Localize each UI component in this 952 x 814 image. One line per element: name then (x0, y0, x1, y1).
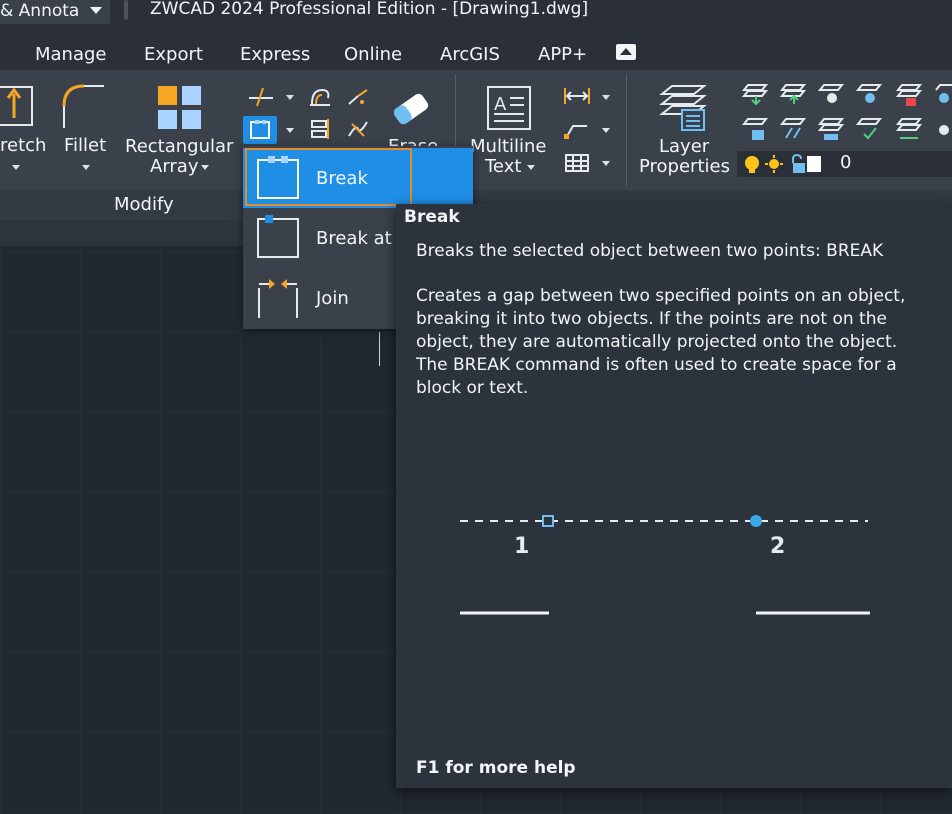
ribbon-collapse-button[interactable] (616, 44, 636, 60)
layer-properties-icon[interactable] (658, 84, 708, 134)
break-illustration: 1 2 (460, 515, 870, 615)
align-icon[interactable] (308, 118, 332, 140)
crosshair-cursor (379, 332, 380, 366)
fillet-icon[interactable] (62, 84, 106, 130)
menu-export[interactable]: Export (144, 44, 203, 66)
multiline-text-label-2[interactable]: Text (485, 157, 521, 177)
stretch-label[interactable]: retch (0, 136, 46, 156)
rectangular-array-label-2[interactable]: Array (150, 157, 198, 177)
rectangular-array-label[interactable]: Rectangular (125, 137, 233, 157)
chevron-down-icon[interactable] (201, 165, 209, 170)
explode-icon[interactable] (346, 86, 370, 108)
trim-icon[interactable] (247, 86, 275, 108)
tooltip-description: Creates a gap between two specified poin… (416, 286, 906, 398)
leader-icon[interactable] (563, 118, 591, 140)
chevron-down-icon[interactable] (286, 95, 294, 100)
layer-dropdown[interactable]: 0 (737, 151, 952, 177)
modify-panel-title[interactable]: Modify (114, 194, 174, 216)
menu-arcgis[interactable]: ArcGIS (440, 44, 500, 66)
chevron-down-icon[interactable] (90, 7, 102, 14)
chevron-down-icon[interactable] (527, 165, 535, 170)
window-title: ZWCAD 2024 Professional Edition - [Drawi… (150, 0, 589, 19)
chamfer-icon[interactable] (346, 118, 370, 140)
chevron-down-icon[interactable] (82, 165, 90, 170)
point-1-label: 1 (514, 534, 529, 559)
selection-highlight (245, 148, 412, 206)
menu-online[interactable]: Online (344, 44, 402, 66)
tooltip-help-hint: F1 for more help (416, 758, 576, 778)
erase-icon[interactable] (388, 86, 434, 132)
layer-properties-label[interactable]: Layer (659, 137, 709, 157)
panel-separator (626, 74, 627, 186)
workspace-label: & Annota (0, 1, 80, 21)
chevron-down-icon[interactable] (602, 128, 610, 133)
menu-item-label: Break at I (316, 228, 403, 249)
rectangular-array-icon[interactable] (158, 86, 202, 130)
layer-state-icons (745, 154, 821, 173)
break-at-point-icon (257, 215, 299, 258)
linear-dimension-icon[interactable] (563, 86, 591, 106)
tooltip-summary: Breaks the selected object between two p… (416, 241, 884, 261)
chevron-down-icon[interactable] (602, 161, 610, 166)
chevron-down-icon[interactable] (286, 128, 294, 133)
tooltip-title: Break (404, 207, 460, 227)
stretch-icon[interactable] (0, 84, 36, 130)
chevron-down-icon[interactable] (12, 165, 20, 170)
svg-text:A: A (494, 94, 507, 115)
layer-name: 0 (840, 152, 852, 173)
menu-manage[interactable]: Manage (35, 44, 107, 66)
fillet-label[interactable]: Fillet (64, 136, 106, 156)
layer-tools-grid (740, 82, 952, 146)
point-2-label: 2 (770, 534, 785, 559)
table-icon[interactable] (565, 153, 589, 173)
multiline-text-label[interactable]: Multiline (470, 137, 546, 157)
title-separator (124, 0, 128, 20)
menu-item-label: Join (316, 288, 349, 309)
multiline-text-icon[interactable]: A (486, 86, 532, 130)
chevron-down-icon[interactable] (602, 95, 610, 100)
join-icon (258, 279, 298, 318)
layer-properties-label-2[interactable]: Properties (639, 157, 730, 177)
break-tool-button[interactable] (243, 116, 277, 144)
menu-express[interactable]: Express (240, 44, 310, 66)
offset-icon[interactable] (308, 86, 332, 108)
menu-app-plus[interactable]: APP+ (538, 44, 587, 66)
